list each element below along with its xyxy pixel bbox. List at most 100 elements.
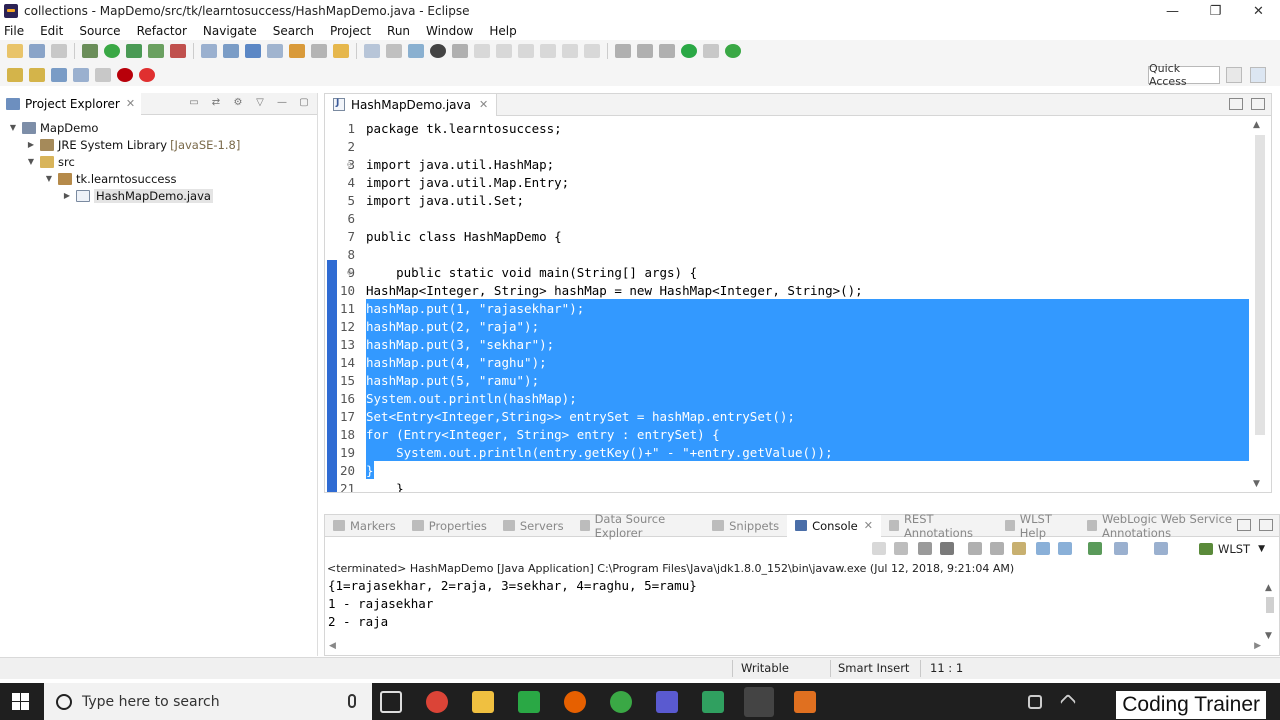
minimize-view-icon[interactable]	[1229, 98, 1243, 110]
wlst-dropdown[interactable]: WLST ▼	[1198, 542, 1265, 556]
restore-button[interactable]: ❐	[1194, 0, 1237, 22]
back-icon[interactable]	[51, 68, 67, 82]
save-icon[interactable]	[29, 44, 45, 58]
tab-hashmapdemo-java[interactable]: HashMapDemo.java ✕	[325, 93, 498, 116]
format-icon[interactable]	[615, 44, 631, 58]
menu-refactor[interactable]: Refactor	[137, 24, 187, 38]
editor-scrollbar[interactable]: ▲ ▼	[1249, 117, 1271, 492]
show-stderr-icon[interactable]	[1036, 542, 1050, 555]
maximize-view-icon[interactable]: ▢	[297, 97, 311, 109]
maximize-view-icon[interactable]	[1251, 98, 1265, 110]
tab-wlst-help[interactable]: WLST Help	[997, 512, 1079, 540]
close-button[interactable]: ✕	[1237, 0, 1280, 22]
new-console-icon[interactable]	[1154, 542, 1168, 555]
scroll-right-icon[interactable]: ▶	[1254, 641, 1261, 651]
fold-icon[interactable]: ⊖	[347, 268, 352, 277]
scroll-left-icon[interactable]: ◀	[329, 641, 336, 651]
filter-icon[interactable]: ⚙	[231, 97, 245, 109]
new-package-icon[interactable]	[223, 44, 239, 58]
chevron-right-icon[interactable]: ▶	[62, 191, 72, 200]
scroll-lock-icon[interactable]	[968, 542, 982, 555]
tree-item-package[interactable]: ▼ tk.learntosuccess	[0, 170, 317, 187]
clear-console-icon[interactable]	[940, 542, 954, 555]
tab-console[interactable]: Console ✕	[787, 514, 881, 537]
tab-data-source-explorer[interactable]: Data Source Explorer	[572, 512, 705, 540]
coverage-icon[interactable]	[126, 44, 142, 58]
app-icon[interactable]	[656, 691, 678, 713]
open-task-icon[interactable]	[311, 44, 327, 58]
chevron-right-icon[interactable]: ▶	[26, 140, 36, 149]
block-selection-icon[interactable]	[364, 44, 380, 58]
scroll-up-icon[interactable]: ▲	[1265, 583, 1272, 593]
step-return-icon[interactable]	[584, 44, 600, 58]
tree-item-java-file[interactable]: ▶ HashMapDemo.java	[0, 187, 317, 204]
display-console-icon[interactable]	[1088, 542, 1102, 555]
chevron-up-icon[interactable]	[1059, 693, 1077, 711]
scroll-up-icon[interactable]: ▲	[1253, 120, 1260, 130]
quick-access-input[interactable]: Quick Access	[1148, 62, 1220, 88]
close-icon[interactable]: ✕	[479, 98, 488, 111]
scroll-down-icon[interactable]: ▼	[1253, 479, 1260, 489]
stop-record-icon[interactable]	[117, 68, 133, 82]
file-explorer-icon[interactable]	[472, 691, 494, 713]
tree-item-src[interactable]: ▼ src	[0, 153, 317, 170]
toggle-view-icon[interactable]	[703, 44, 719, 58]
chevron-down-icon[interactable]: ▼	[44, 174, 54, 183]
open-console-icon[interactable]	[1114, 542, 1128, 555]
scroll-thumb[interactable]	[1266, 597, 1274, 613]
open-type-icon[interactable]	[267, 44, 283, 58]
run-icon[interactable]	[104, 44, 120, 58]
minimize-view-icon[interactable]: —	[275, 97, 289, 109]
collapse-all-icon[interactable]: ▭	[187, 97, 201, 109]
tab-properties[interactable]: Properties	[404, 515, 495, 537]
menu-file[interactable]: File	[4, 24, 24, 38]
save-all-icon[interactable]	[51, 44, 67, 58]
next-annotation-icon[interactable]	[7, 68, 23, 82]
menu-edit[interactable]: Edit	[40, 24, 63, 38]
new-class-icon[interactable]	[245, 44, 261, 58]
external-tools-icon[interactable]	[148, 44, 164, 58]
pin-console-icon[interactable]	[1058, 542, 1072, 555]
sync-icon[interactable]	[139, 68, 155, 82]
toggle-mark-icon[interactable]	[333, 44, 349, 58]
taskbar-search-box[interactable]: Type here to search	[44, 683, 372, 720]
remove-all-icon[interactable]	[918, 542, 932, 555]
close-icon[interactable]: ✕	[864, 519, 873, 532]
whitespace-icon[interactable]	[386, 44, 402, 58]
microphone-icon[interactable]	[348, 694, 356, 708]
menu-project[interactable]: Project	[330, 24, 371, 38]
minimize-view-icon[interactable]	[1237, 519, 1251, 531]
menu-search[interactable]: Search	[273, 24, 314, 38]
fold-icon[interactable]: ⊖	[347, 160, 352, 169]
chevron-down-icon[interactable]: ▼	[8, 123, 18, 132]
word-wrap-icon[interactable]	[990, 542, 1004, 555]
chevron-down-icon[interactable]: ▼	[1258, 544, 1265, 554]
new-icon[interactable]	[7, 44, 23, 58]
tools-icon[interactable]	[637, 44, 653, 58]
code-text-area[interactable]: 1 package tk.learntosuccess; 2 3 ⊖ import j…	[325, 117, 1249, 492]
step-over-icon[interactable]	[562, 44, 578, 58]
maximize-view-icon[interactable]	[1259, 519, 1273, 531]
suspend-icon[interactable]	[496, 44, 512, 58]
tab-project-explorer[interactable]: Project Explorer ✕	[0, 92, 142, 115]
console-icon[interactable]	[452, 44, 468, 58]
menu-run[interactable]: Run	[387, 24, 410, 38]
scroll-down-icon[interactable]: ▼	[1265, 631, 1272, 641]
web-browser-icon[interactable]	[408, 44, 424, 58]
scroll-thumb[interactable]	[1255, 135, 1265, 435]
terminate-icon[interactable]	[872, 542, 886, 555]
camtasia-icon[interactable]	[518, 691, 540, 713]
chrome-icon[interactable]	[426, 691, 448, 713]
app-icon[interactable]	[702, 691, 724, 713]
console-horizontal-scrollbar[interactable]: ◀ ▶	[325, 641, 1265, 655]
remove-launch-icon[interactable]	[894, 542, 908, 555]
tree-item-jre[interactable]: ▶ JRE System Library [JavaSE-1.8]	[0, 136, 317, 153]
menu-navigate[interactable]: Navigate	[203, 24, 257, 38]
java-perspective-icon[interactable]	[1250, 67, 1266, 83]
close-icon[interactable]: ✕	[126, 97, 135, 110]
refresh-icon[interactable]	[725, 44, 741, 58]
resume-icon[interactable]	[474, 44, 490, 58]
device-icon[interactable]	[659, 44, 675, 58]
task-view-icon[interactable]	[380, 691, 402, 713]
server-icon[interactable]	[170, 44, 186, 58]
